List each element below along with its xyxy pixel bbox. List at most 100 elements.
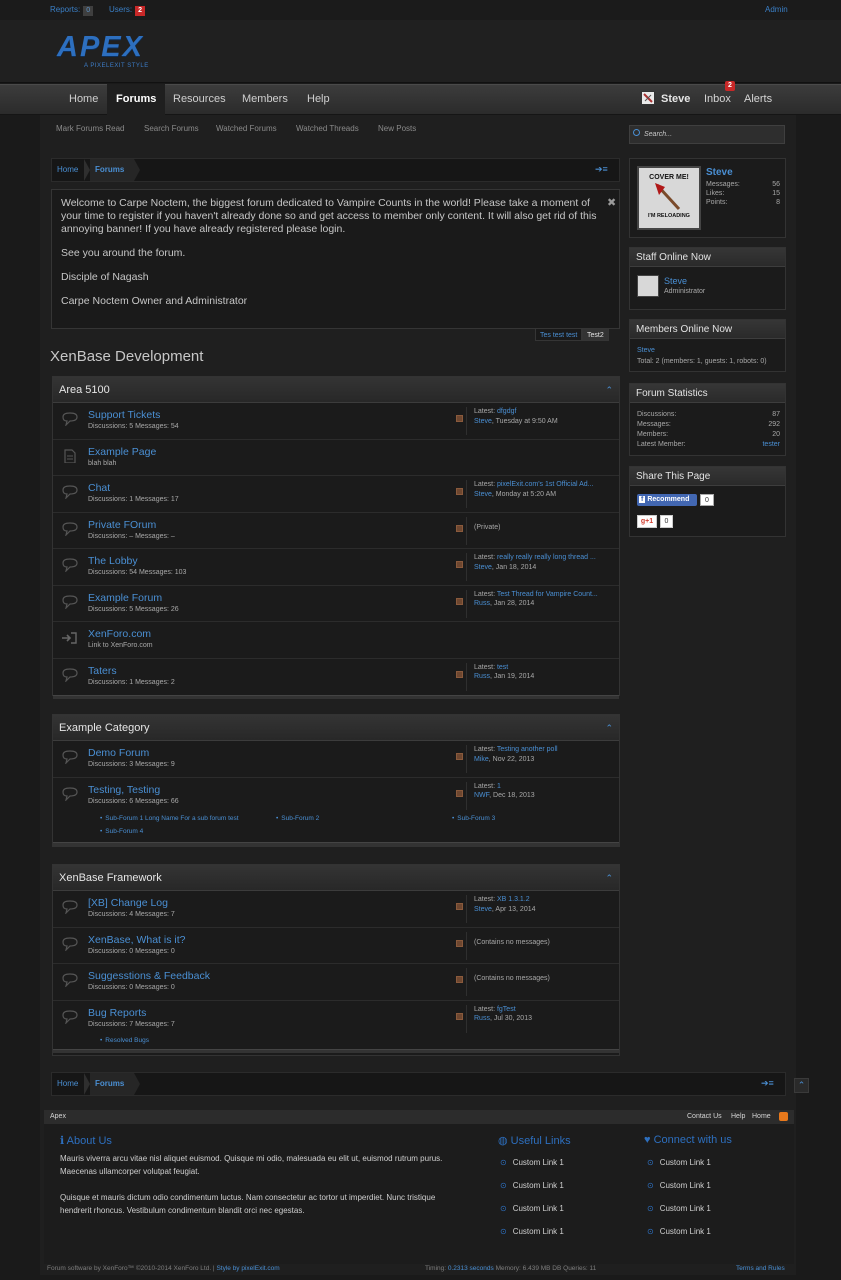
subforum-link[interactable]: Sub-Forum 3 [452,815,495,822]
style-credit-link[interactable]: Style by pixelExit.com [216,1265,279,1272]
jump-menu-icon[interactable]: ➔≡ [595,164,608,175]
user-avatar-small[interactable] [641,91,655,105]
last-post-user[interactable]: Steve [474,906,492,913]
last-post-user[interactable]: Mike [474,756,489,763]
nav-tab-help[interactable]: Help [298,84,339,115]
visitor-name[interactable]: Steve [661,93,690,105]
rss-icon[interactable] [456,939,463,947]
search-forums-link[interactable]: Search Forums [144,124,199,133]
search-input[interactable]: Search... [629,125,785,144]
collapse-icon[interactable]: ⌃ [605,377,613,403]
subforum-link[interactable]: Sub-Forum 2 [276,815,319,822]
last-post-title[interactable]: test [497,664,508,671]
category-title[interactable]: Example Category [59,722,150,734]
footer-link-help[interactable]: Help [731,1110,745,1124]
last-post-title[interactable]: XB 1.3.1.2 [497,896,530,903]
latest-member-link[interactable]: tester [762,440,780,450]
member-link[interactable]: Steve [637,347,655,354]
nav-tab-forums[interactable]: Forums [107,84,166,115]
link-title[interactable]: XenForo.com [88,628,151,640]
google-plus-button[interactable]: g+1 [637,515,657,528]
forum-title[interactable]: Demo Forum [88,747,149,759]
collapse-icon[interactable]: ⌃ [605,715,613,741]
forum-title[interactable]: Testing, Testing [88,784,160,796]
last-post-title[interactable]: Test Thread for Vampire Count... [497,591,598,598]
subforum-link[interactable]: Resolved Bugs [100,1037,149,1044]
watched-forums-link[interactable]: Watched Forums [216,124,277,133]
alerts-link[interactable]: Alerts [744,93,772,105]
nav-tab-resources[interactable]: Resources [164,84,235,115]
nav-tab-members[interactable]: Members [233,84,297,115]
footer-custom-link[interactable]: Custom Link 1 [647,1227,711,1236]
last-post-title[interactable]: 1 [497,783,501,790]
users-link[interactable]: Users: 2 [109,5,146,16]
rss-icon[interactable] [456,789,463,797]
forum-title[interactable]: Example Forum [88,592,162,604]
rss-icon[interactable] [456,597,463,605]
jump-menu-icon[interactable]: ➔≡ [761,1078,774,1089]
rss-icon[interactable] [456,488,463,495]
category-title[interactable]: XenBase Framework [59,872,162,884]
last-post-title[interactable]: really really really long thread ... [497,554,596,561]
last-post-user[interactable]: Russ [474,673,490,680]
scroll-top-icon[interactable]: ⌃ [794,1078,809,1093]
forum-title[interactable]: Chat [88,482,110,494]
last-post-user[interactable]: Russ [474,600,490,607]
site-logo[interactable]: APEX [57,31,144,64]
breadcrumb-current[interactable]: Forums [95,159,124,181]
rss-icon[interactable] [456,976,463,983]
forum-title[interactable]: XenBase, What is it? [88,934,185,946]
staff-avatar[interactable] [637,275,659,297]
notice-tab-1[interactable]: Tes test test [535,328,583,341]
nav-tab-home[interactable]: Home [60,84,107,115]
footer-brand[interactable]: Apex [50,1110,66,1124]
footer-link-home[interactable]: Home [752,1110,771,1124]
collapse-icon[interactable]: ⌃ [605,865,613,891]
mark-forums-read-link[interactable]: Mark Forums Read [56,124,124,133]
facebook-recommend-button[interactable]: f Recommend [637,494,697,506]
rss-icon[interactable] [456,561,463,568]
footer-link-contact[interactable]: Contact Us [687,1110,722,1124]
visitor-avatar[interactable]: COVER ME! I'M RELOADING [637,166,701,230]
footer-custom-link[interactable]: Custom Link 1 [500,1181,564,1190]
new-posts-link[interactable]: New Posts [378,124,416,133]
notice-tab-2[interactable]: Test2 [582,328,609,341]
subforum-link[interactable]: Sub-Forum 4 [100,828,143,835]
rss-icon[interactable] [456,524,463,532]
rss-icon[interactable] [456,753,463,760]
rss-icon[interactable] [456,1012,463,1020]
watched-threads-link[interactable]: Watched Threads [296,124,359,133]
footer-custom-link[interactable]: Custom Link 1 [500,1227,564,1236]
last-post-user[interactable]: Russ [474,1015,490,1022]
footer-custom-link[interactable]: Custom Link 1 [647,1158,711,1167]
footer-custom-link[interactable]: Custom Link 1 [647,1204,711,1213]
last-post-title[interactable]: fgTest [497,1006,516,1013]
breadcrumb-current[interactable]: Forums [95,1073,124,1095]
forum-title[interactable]: Suggesstions & Feedback [88,970,210,982]
rss-icon[interactable] [456,903,463,910]
staff-name[interactable]: Steve [664,276,687,286]
admin-link[interactable]: Admin [765,5,788,14]
search-icon[interactable] [633,129,640,136]
subforum-link[interactable]: Sub-Forum 1 Long Name For a sub forum te… [100,815,238,822]
reports-link[interactable]: Reports: 0 [50,5,94,16]
close-icon[interactable]: ✖ [607,196,616,209]
forum-title[interactable]: [XB] Change Log [88,897,168,909]
inbox-link[interactable]: Inbox [704,93,731,105]
last-post-user[interactable]: NWF [474,792,489,799]
visitor-name-link[interactable]: Steve [706,167,733,178]
forum-title[interactable]: The Lobby [88,555,138,567]
rss-icon[interactable] [456,670,463,678]
forum-title[interactable]: Bug Reports [88,1007,146,1019]
category-title[interactable]: Area 5100 [59,384,110,396]
breadcrumb-home[interactable]: Home [57,159,78,181]
forum-title[interactable]: Taters [88,665,117,677]
last-post-title[interactable]: dfgdgf [497,408,516,415]
last-post-title[interactable]: pixelExit.com's 1st Official Ad... [497,481,594,488]
breadcrumb-home[interactable]: Home [57,1073,78,1095]
footer-custom-link[interactable]: Custom Link 1 [500,1158,564,1167]
last-post-title[interactable]: Testing another poll [497,746,558,753]
page-title-link[interactable]: Example Page [88,446,156,458]
footer-custom-link[interactable]: Custom Link 1 [647,1181,711,1190]
terms-link[interactable]: Terms and Rules [736,1264,785,1273]
